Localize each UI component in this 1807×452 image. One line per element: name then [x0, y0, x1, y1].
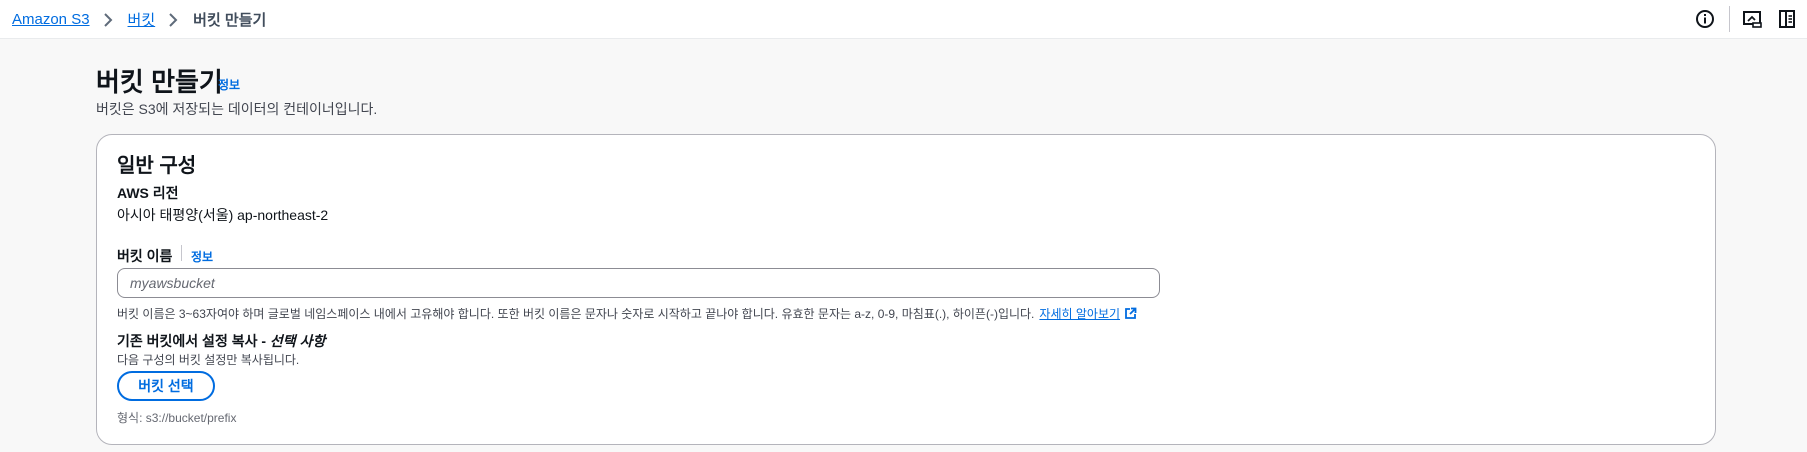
bucket-name-hint: 버킷 이름은 3~63자여야 하며 글로벌 네임스페이스 내에서 고유해야 합니…: [117, 305, 1137, 322]
breadcrumb-current: 버킷 만들기: [193, 12, 267, 29]
page-info-link[interactable]: 정보: [218, 76, 240, 93]
breadcrumb: Amazon S3 버킷 버킷 만들기: [12, 9, 266, 30]
bucket-name-field[interactable]: [117, 268, 1160, 298]
chevron-right-icon: [98, 12, 120, 28]
bucket-name-label: 버킷 이름: [117, 248, 173, 264]
page-description: 버킷은 S3에 저장되는 데이터의 컨테이너입니다.: [96, 101, 378, 117]
bucket-name-hint-text: 버킷 이름은 3~63자여야 하며 글로벌 네임스페이스 내에서 고유해야 합니…: [117, 307, 1035, 321]
learn-more-link[interactable]: 자세히 알아보기: [1039, 305, 1137, 322]
region-label: AWS 리전: [117, 185, 179, 201]
general-configuration-panel: 일반 구성 AWS 리전 아시아 태평양(서울) ap-northeast-2 …: [96, 134, 1716, 445]
label-divider: [181, 245, 182, 261]
breadcrumb-amazon-s3[interactable]: Amazon S3: [12, 11, 90, 28]
external-link-icon: [1125, 307, 1137, 319]
page-title: 버킷 만들기: [96, 67, 223, 97]
format-hint: 형식: s3://bucket/prefix: [117, 411, 237, 425]
info-circle-icon[interactable]: [1694, 8, 1716, 30]
copy-settings-optional: 선택 사항: [269, 333, 326, 349]
chevron-right-icon: [163, 12, 185, 28]
preview-screen-icon[interactable]: [1741, 8, 1763, 30]
top-navigation-bar: Amazon S3 버킷 버킷 만들기: [0, 0, 1807, 39]
breadcrumb-buckets[interactable]: 버킷: [128, 9, 156, 30]
panel-heading: 일반 구성: [117, 155, 197, 177]
copy-settings-title: 기존 버킷에서 설정 복사 - 선택 사항: [117, 331, 325, 351]
copy-settings-description: 다음 구성의 버킷 설정만 복사됩니다.: [117, 353, 300, 367]
side-panel-icon[interactable]: [1776, 8, 1798, 30]
toolbar-divider: [1729, 6, 1730, 32]
bucket-name-info-link[interactable]: 정보: [191, 248, 213, 265]
choose-bucket-button[interactable]: 버킷 선택: [117, 371, 215, 401]
bucket-name-input[interactable]: [118, 269, 1159, 297]
learn-more-label: 자세히 알아보기: [1039, 307, 1121, 321]
region-value: 아시아 태평양(서울) ap-northeast-2: [117, 207, 329, 223]
copy-settings-title-text: 기존 버킷에서 설정 복사 -: [117, 333, 267, 349]
